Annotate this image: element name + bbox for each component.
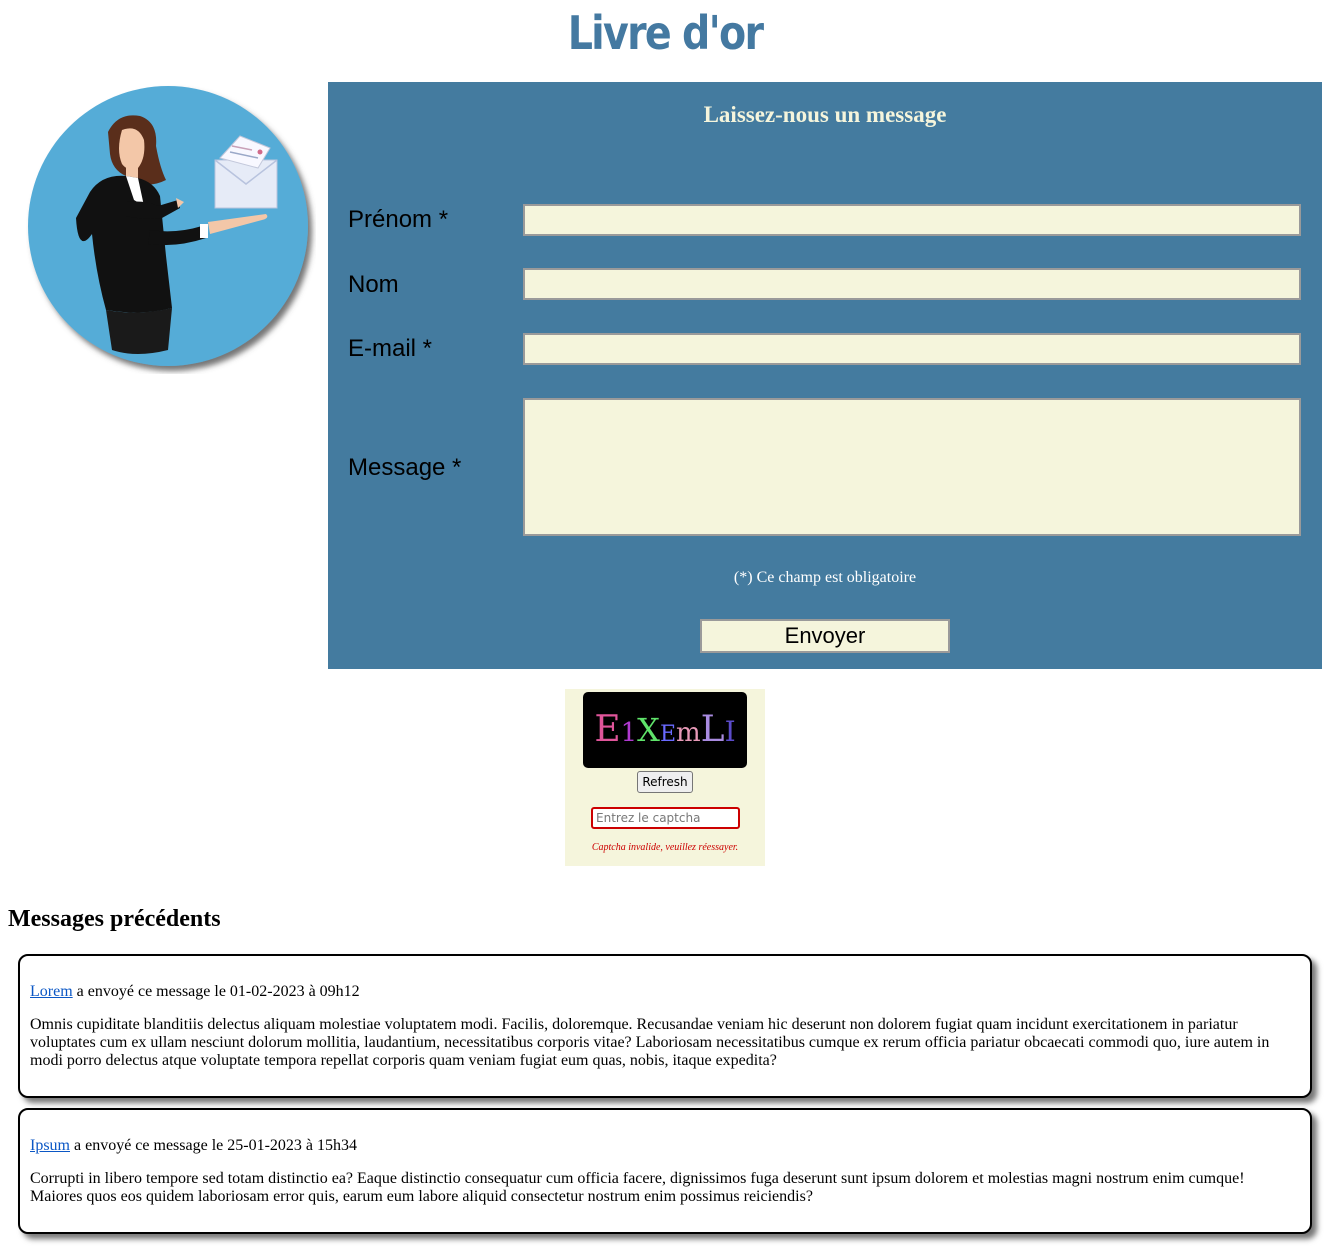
required-note: (*) Ce champ est obligatoire — [733, 569, 917, 586]
captcha-character: L — [700, 709, 725, 750]
captcha-refresh-button[interactable]: Refresh — [637, 771, 693, 793]
captcha-image: E1XEmLI — [583, 692, 747, 768]
previous-messages-title: Messages précédents — [8, 906, 221, 932]
author-link[interactable]: Lorem — [30, 983, 73, 1000]
email-input[interactable] — [523, 333, 1301, 365]
captcha-error-message: Captcha invalide, veuillez réessayer. — [591, 842, 739, 853]
message-date: a envoyé ce message le 01-02-2023 à 09h1… — [72, 983, 360, 1000]
message-textarea[interactable] — [523, 398, 1301, 536]
guestbook-form: Laissez-nous un message Prénom * Nom E-m… — [328, 82, 1322, 669]
author-link[interactable]: Ipsum — [30, 1137, 70, 1154]
email-label: E-mail * — [348, 335, 433, 362]
message-label: Message * — [348, 454, 462, 481]
captcha-character: m — [676, 718, 701, 748]
message-card: Ipsum a envoyé ce message le 25-01-2023 … — [18, 1108, 1312, 1234]
last-name-label: Nom — [348, 271, 399, 298]
message-body: Corrupti in libero tempore sed totam dis… — [30, 1170, 1245, 1205]
submit-button[interactable]: Envoyer — [700, 619, 950, 653]
message-date: a envoyé ce message le 25-01-2023 à 15h3… — [70, 1137, 358, 1154]
captcha-box: E1XEmLI Refresh Captcha invalide, veuill… — [565, 689, 765, 866]
captcha-character: X — [637, 711, 660, 749]
message-meta: Lorem a envoyé ce message le 01-02-2023 … — [30, 982, 1300, 1002]
page-title: Livre d'or — [567, 6, 764, 60]
first-name-label: Prénom * — [348, 206, 449, 233]
message-meta: Ipsum a envoyé ce message le 25-01-2023 … — [30, 1136, 1300, 1156]
captcha-character: 1 — [620, 718, 638, 748]
captcha-character: E — [594, 709, 621, 750]
captcha-character: I — [724, 715, 736, 748]
businesswoman-presenting-envelope-icon — [28, 86, 308, 366]
last-name-input[interactable] — [523, 268, 1301, 300]
first-name-input[interactable] — [523, 204, 1301, 236]
form-heading: Laissez-nous un message — [703, 102, 947, 127]
captcha-input[interactable] — [591, 807, 740, 829]
captcha-character: E — [659, 722, 677, 747]
message-body: Omnis cupiditate blanditiis delectus ali… — [30, 1016, 1270, 1069]
message-card: Lorem a envoyé ce message le 01-02-2023 … — [18, 954, 1312, 1098]
